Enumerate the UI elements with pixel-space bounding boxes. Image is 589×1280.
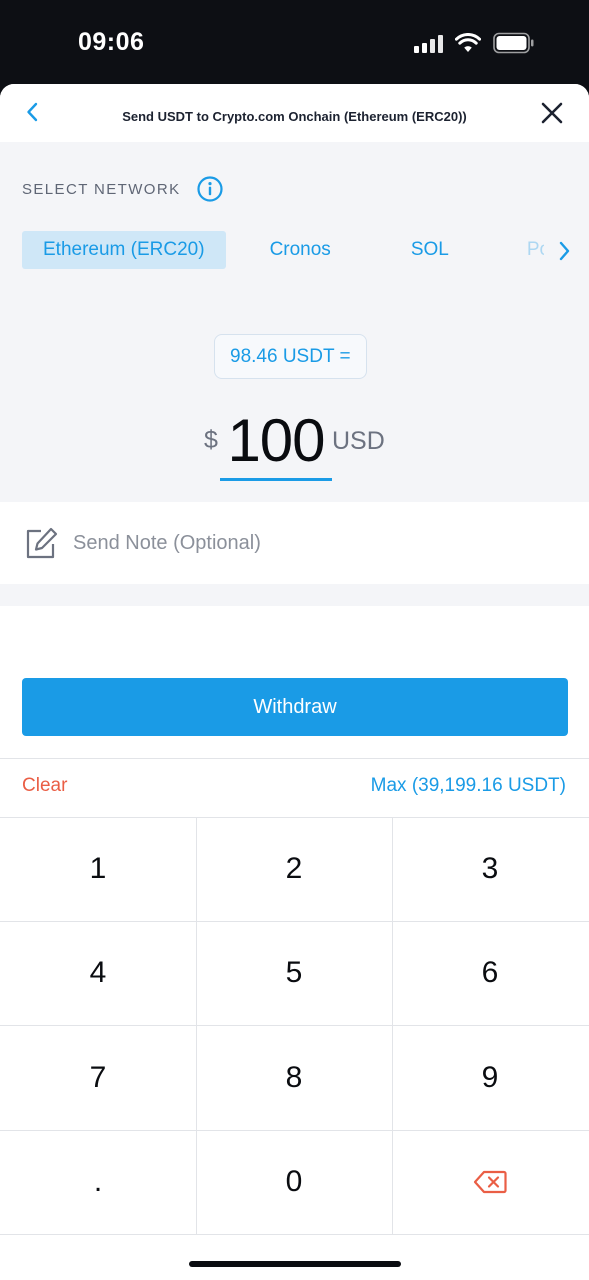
keypad-divider — [0, 1234, 589, 1235]
home-indicator — [189, 1261, 401, 1267]
select-network-label: SELECT NETWORK — [22, 181, 181, 198]
key-7[interactable]: 7 — [0, 1026, 196, 1130]
info-icon[interactable] — [197, 176, 223, 202]
key-0[interactable]: 0 — [196, 1130, 392, 1234]
wifi-icon — [455, 33, 481, 52]
send-note-placeholder: Send Note (Optional) — [73, 532, 261, 554]
network-tab-sol[interactable]: SOL — [390, 231, 470, 269]
amount-panel: SELECT NETWORK Ethereum (ERC20) Cronos S… — [0, 142, 589, 502]
clear-button[interactable]: Clear — [22, 775, 67, 797]
currency-code: USD — [332, 427, 385, 455]
chevron-left-icon — [27, 102, 38, 122]
key-1[interactable]: 1 — [0, 817, 196, 921]
send-sheet: Send USDT to Crypto.com Onchain (Ethereu… — [0, 84, 589, 1280]
network-tabs: Ethereum (ERC20) Cronos SOL Po — [22, 231, 544, 269]
key-decimal[interactable]: . — [0, 1130, 196, 1234]
close-button[interactable] — [537, 98, 567, 128]
key-6[interactable]: 6 — [392, 921, 588, 1025]
amount-underline — [220, 478, 332, 481]
battery-icon — [493, 32, 534, 54]
conversion-badge[interactable]: 98.46 USDT = — [214, 334, 367, 379]
key-5[interactable]: 5 — [196, 921, 392, 1025]
key-2[interactable]: 2 — [196, 817, 392, 921]
divider — [0, 758, 589, 759]
key-9[interactable]: 9 — [392, 1026, 588, 1130]
key-8[interactable]: 8 — [196, 1026, 392, 1130]
amount-display[interactable]: $ 100 USD — [0, 404, 589, 484]
send-note-field[interactable]: Send Note (Optional) — [0, 502, 589, 584]
sheet-header: Send USDT to Crypto.com Onchain (Ethereu… — [0, 84, 589, 142]
chevron-right-icon[interactable] — [557, 241, 571, 261]
cellular-signal-icon — [414, 33, 443, 53]
numeric-keypad: 1 2 3 4 5 6 7 8 9 . 0 — [0, 817, 589, 1235]
status-bar: 09:06 — [0, 0, 589, 84]
network-tab-partial[interactable]: Po — [506, 231, 544, 269]
status-time: 09:06 — [78, 28, 145, 56]
section-separator — [0, 584, 589, 606]
backspace-button[interactable] — [392, 1130, 588, 1234]
currency-symbol: $ — [204, 426, 218, 454]
page-title: Send USDT to Crypto.com Onchain (Ethereu… — [122, 109, 467, 124]
backspace-icon — [473, 1170, 507, 1194]
amount-value: 100 — [227, 407, 325, 474]
key-4[interactable]: 4 — [0, 921, 196, 1025]
status-icons — [414, 32, 535, 54]
close-icon — [541, 102, 563, 124]
network-tab-ethereum[interactable]: Ethereum (ERC20) — [22, 231, 226, 269]
withdraw-button[interactable]: Withdraw — [22, 678, 568, 736]
network-tab-cronos[interactable]: Cronos — [249, 231, 352, 269]
edit-note-icon — [26, 527, 58, 559]
max-button[interactable]: Max (39,199.16 USDT) — [371, 775, 566, 797]
back-button[interactable] — [16, 96, 48, 128]
key-3[interactable]: 3 — [392, 817, 588, 921]
